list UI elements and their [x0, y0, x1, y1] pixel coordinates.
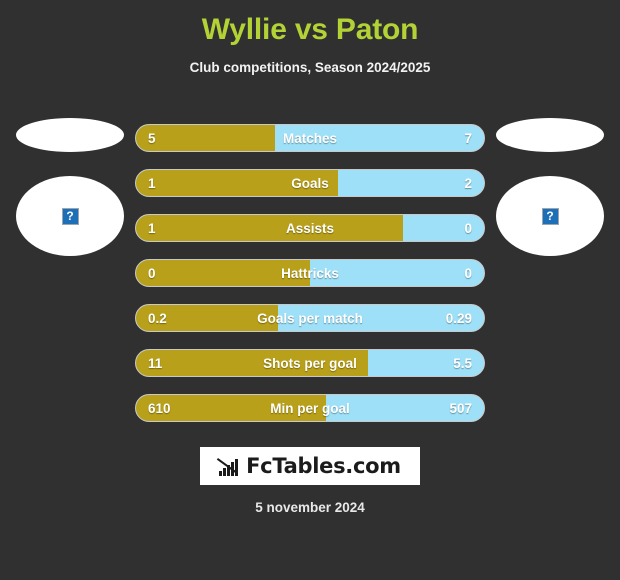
stat-row-goals: 1 Goals 2 [135, 169, 485, 197]
broken-image-icon: ? [61, 207, 79, 225]
away-player-panel: ? [486, 118, 614, 268]
home-value: 5 [148, 130, 156, 146]
home-bar-fill [136, 215, 403, 241]
home-player-name-plate [16, 118, 124, 152]
home-bar-fill [136, 125, 276, 151]
away-value: 7 [464, 130, 472, 146]
stat-row-shots-per-goal: 11 Shots per goal 5.5 [135, 349, 485, 377]
chart-date: 5 november 2024 [255, 500, 365, 515]
home-bar-fill [136, 350, 369, 376]
home-value: 11 [148, 355, 163, 371]
logo-text: FcTables.com [246, 453, 401, 478]
broken-image-icon: ? [541, 207, 559, 225]
page-subtitle: Club competitions, Season 2024/2025 [189, 60, 431, 75]
player-comparison-chart: Wyllie vs Paton Club competitions, Seaso… [0, 0, 620, 580]
bar-chart-icon [207, 457, 241, 486]
stat-row-min-per-goal: 610 Min per goal 507 [135, 394, 485, 422]
away-value: 0 [464, 265, 472, 281]
home-value: 0.2 [148, 310, 167, 326]
away-value: 0.29 [445, 310, 472, 326]
away-player-name-plate [496, 118, 604, 152]
away-value: 507 [449, 400, 472, 416]
home-player-panel: ? [6, 118, 134, 268]
home-value: 0 [148, 265, 156, 281]
home-value: 1 [148, 220, 156, 236]
stat-bar-list: 5 Matches 7 1 Goals 2 1 Assists 0 0 Hatt… [135, 124, 485, 439]
fctables-logo[interactable]: FcTables.com [200, 447, 420, 486]
home-value: 1 [148, 175, 156, 191]
stat-row-assists: 1 Assists 0 [135, 214, 485, 242]
stat-row-matches: 5 Matches 7 [135, 124, 485, 152]
away-value: 2 [464, 175, 472, 191]
away-value: 0 [464, 220, 472, 236]
home-bar-fill [136, 260, 310, 286]
home-player-photo: ? [16, 176, 124, 256]
stat-row-hattricks: 0 Hattricks 0 [135, 259, 485, 287]
home-value: 610 [148, 400, 171, 416]
stat-row-goals-per-match: 0.2 Goals per match 0.29 [135, 304, 485, 332]
home-bar-fill [136, 170, 338, 196]
away-player-photo: ? [496, 176, 604, 256]
page-title: Wyllie vs Paton [201, 13, 419, 46]
away-value: 5.5 [453, 355, 472, 371]
